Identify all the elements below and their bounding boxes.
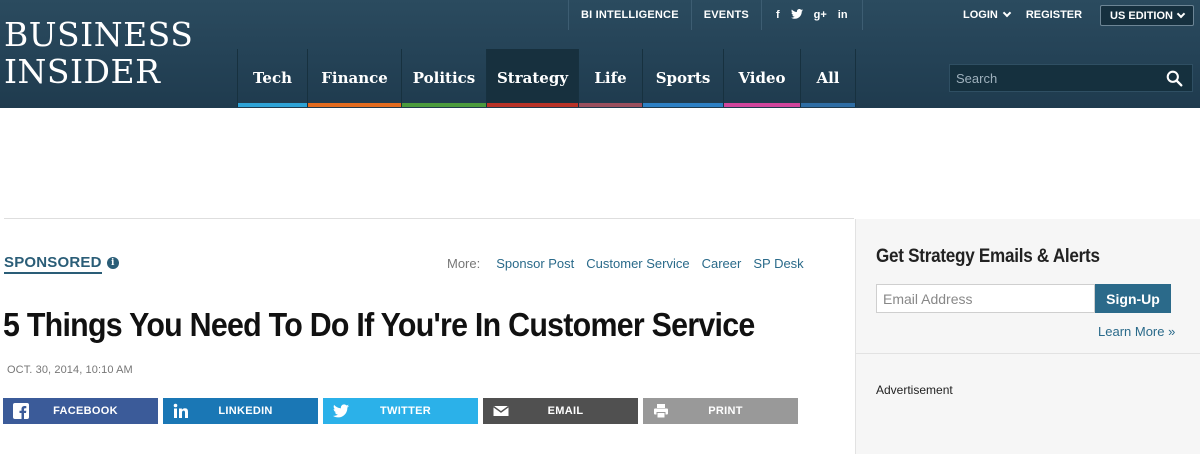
- nav-color-bar: [643, 103, 723, 107]
- twitter-icon[interactable]: [790, 8, 803, 22]
- account-links: LOGIN REGISTER: [955, 0, 1090, 30]
- nav-color-bar: [402, 103, 486, 107]
- nav-color-bar: [238, 103, 307, 107]
- chevron-down-icon: [1176, 9, 1186, 18]
- site-header: BUSINESS INSIDER BI INTELLIGENCE EVENTS …: [0, 0, 1200, 108]
- nav-politics[interactable]: Politics: [401, 49, 486, 107]
- section-nav: Tech Finance Politics Strategy Life Spor…: [237, 49, 856, 107]
- linkedin-icon: [173, 403, 188, 418]
- more-links: More: Sponsor Post Customer Service Care…: [447, 256, 804, 271]
- share-email-button[interactable]: EMAIL: [483, 398, 638, 424]
- nav-label: Life: [594, 69, 627, 87]
- print-icon: [654, 404, 668, 419]
- nav-label: Finance: [321, 69, 388, 87]
- facebook-icon[interactable]: f: [776, 9, 780, 21]
- logo-line-1: BUSINESS: [4, 15, 194, 54]
- nav-all[interactable]: All: [800, 49, 856, 107]
- more-link-sp-desk[interactable]: SP Desk: [753, 256, 803, 271]
- share-linkedin-button[interactable]: LINKEDIN: [163, 398, 318, 424]
- facebook-icon: [13, 403, 29, 419]
- googleplus-icon[interactable]: g+: [814, 9, 827, 21]
- search-icon[interactable]: [1166, 70, 1183, 87]
- logo-line-2: INSIDER: [4, 52, 161, 91]
- share-bar: FACEBOOK LINKEDIN TWITTER EMAIL PRINT: [3, 398, 798, 424]
- events-link[interactable]: EVENTS: [690, 0, 761, 30]
- more-link-career[interactable]: Career: [702, 256, 742, 271]
- nav-label: Tech: [252, 69, 293, 87]
- register-link[interactable]: REGISTER: [1018, 9, 1090, 21]
- nav-sports[interactable]: Sports: [642, 49, 723, 107]
- signup-button[interactable]: Sign-Up: [1095, 284, 1171, 313]
- divider: [856, 353, 1200, 354]
- more-label: More:: [447, 256, 481, 271]
- login-label: LOGIN: [963, 9, 998, 21]
- linkedin-icon[interactable]: in: [838, 9, 848, 21]
- email-field[interactable]: [876, 284, 1095, 313]
- nav-video[interactable]: Video: [723, 49, 800, 107]
- advertisement-label: Advertisement: [876, 383, 953, 397]
- top-ad-slot: [0, 108, 1200, 218]
- edition-label: US EDITION: [1110, 9, 1173, 22]
- nav-color-bar: [801, 103, 855, 107]
- search-box: [949, 64, 1193, 92]
- nav-label: All: [816, 69, 840, 87]
- sidebar: Get Strategy Emails & Alerts Sign-Up Lea…: [855, 219, 1200, 454]
- info-icon[interactable]: i: [106, 257, 119, 269]
- social-links: f g+ in: [760, 0, 863, 30]
- more-link-customer-service[interactable]: Customer Service: [586, 256, 689, 271]
- email-icon: [493, 405, 509, 416]
- more-link-sponsor-post[interactable]: Sponsor Post: [496, 256, 574, 271]
- nav-tech[interactable]: Tech: [237, 49, 307, 107]
- share-twitter-button[interactable]: TWITTER: [323, 398, 478, 424]
- business-insider-logo[interactable]: BUSINESS INSIDER: [4, 15, 194, 91]
- nav-color-bar: [579, 103, 642, 107]
- nav-label: Politics: [412, 69, 476, 87]
- search-input[interactable]: [950, 65, 1155, 91]
- article-headline: 5 Things You Need To Do If You're In Cus…: [3, 306, 755, 343]
- nav-color-bar: [308, 103, 401, 107]
- utility-bar: BI INTELLIGENCE EVENTS f g+ in: [568, 0, 863, 30]
- nav-strategy[interactable]: Strategy: [486, 49, 578, 107]
- newsletter-title: Get Strategy Emails & Alerts: [876, 246, 1100, 267]
- sponsored-label[interactable]: SPONSORED: [4, 254, 102, 274]
- login-dropdown[interactable]: LOGIN: [955, 8, 1018, 21]
- chevron-down-icon: [1002, 8, 1012, 18]
- nav-life[interactable]: Life: [578, 49, 642, 107]
- nav-label: Sports: [655, 69, 711, 87]
- nav-color-bar: [724, 103, 800, 107]
- learn-more-link[interactable]: Learn More »: [1098, 324, 1175, 339]
- share-print-button[interactable]: PRINT: [643, 398, 798, 424]
- nav-finance[interactable]: Finance: [307, 49, 401, 107]
- article-timestamp: OCT. 30, 2014, 10:10 AM: [7, 364, 133, 376]
- nav-label: Strategy: [496, 69, 569, 87]
- edition-selector[interactable]: US EDITION: [1100, 5, 1194, 26]
- nav-label: Video: [738, 69, 786, 87]
- sponsored-tag: SPONSORED i: [4, 254, 119, 274]
- twitter-icon: [333, 404, 349, 418]
- share-facebook-button[interactable]: FACEBOOK: [3, 398, 158, 424]
- nav-color-bar: [487, 103, 578, 107]
- bi-intelligence-link[interactable]: BI INTELLIGENCE: [568, 0, 691, 30]
- divider: [4, 218, 854, 219]
